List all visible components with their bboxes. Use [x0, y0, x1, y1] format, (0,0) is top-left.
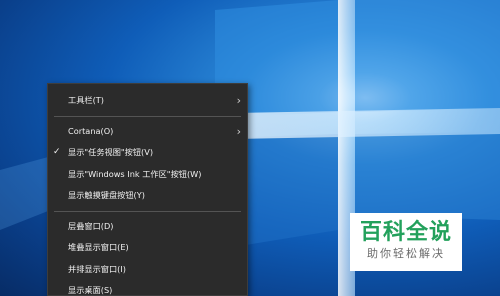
- menu-item-label: 显示桌面(S): [68, 285, 113, 295]
- menu-item-label: 显示"任务视图"按钮(V): [68, 147, 154, 157]
- menu-item-label: 堆叠显示窗口(E): [68, 242, 129, 252]
- menu-item-label: 并排显示窗口(I): [68, 263, 126, 274]
- chevron-right-icon: ›: [236, 124, 241, 138]
- menu-item-show-desktop[interactable]: 显示桌面(S): [48, 280, 247, 296]
- menu-item-cortana[interactable]: Cortana(O) ›: [48, 121, 247, 143]
- menu-item-show-windows-ink[interactable]: 显示"Windows Ink 工作区"按钮(W): [48, 164, 247, 186]
- menu-item-label: 层叠窗口(D): [68, 220, 114, 231]
- chevron-right-icon: ›: [236, 94, 241, 107]
- menu-item-label: Cortana(O): [68, 125, 114, 136]
- taskbar-context-menu: 工具栏(T) › Cortana(O) › ✓ 显示"任务视图"按钮(V) 显示…: [47, 83, 248, 296]
- menu-separator: [54, 210, 241, 212]
- menu-item-label: 显示触摸键盘按钮(Y): [68, 190, 145, 200]
- menu-item-cascade-windows[interactable]: 层叠窗口(D): [48, 216, 247, 238]
- menu-item-label: 显示"Windows Ink 工作区"按钮(W): [68, 168, 202, 179]
- menu-item-label: 工具栏(T): [68, 95, 104, 105]
- watermark-title: 百科全说: [359, 220, 452, 245]
- menu-separator: [54, 115, 241, 117]
- menu-item-show-touch-keyboard[interactable]: 显示触摸键盘按钮(Y): [48, 185, 247, 207]
- menu-item-side-by-side-windows[interactable]: 并排显示窗口(I): [48, 259, 247, 281]
- menu-item-toolbars[interactable]: 工具栏(T) ›: [48, 90, 247, 112]
- checkmark-icon: ✓: [53, 147, 61, 157]
- baike-watermark-logo: 百科全说 助你轻松解决: [350, 213, 462, 271]
- menu-item-stack-windows[interactable]: 堆叠显示窗口(E): [48, 237, 247, 259]
- menu-item-show-task-view[interactable]: ✓ 显示"任务视图"按钮(V): [48, 142, 247, 164]
- watermark-subtitle: 助你轻松解决: [367, 247, 445, 260]
